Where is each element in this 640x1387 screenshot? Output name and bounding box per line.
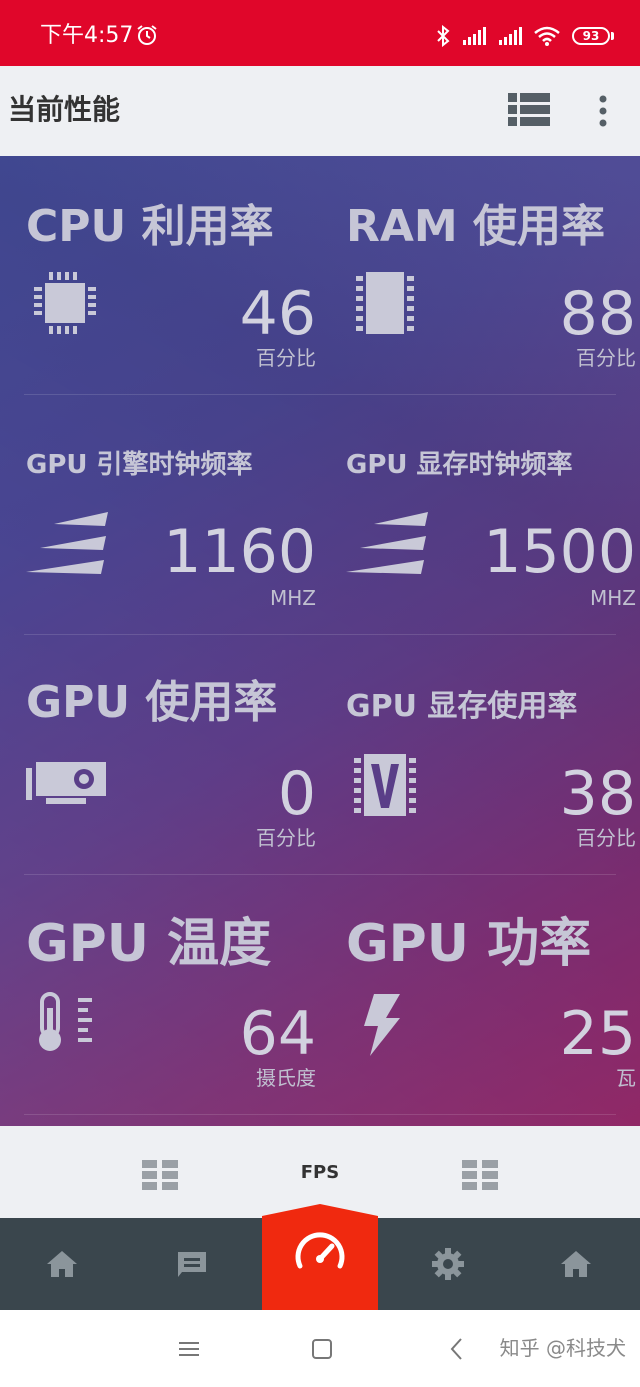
speed-stripes-icon xyxy=(26,512,108,574)
metric-gpu-memory-clock: GPU 显存时钟频率 1500 MHZ xyxy=(346,396,636,636)
metric-gpu-memory-usage: GPU 显存使用率 38 百分比 xyxy=(346,636,636,876)
battery-level: 93 xyxy=(572,27,610,45)
metric-title: GPU 温度 xyxy=(26,914,272,974)
bluetooth-icon xyxy=(437,25,450,47)
nav-performance-active[interactable] xyxy=(262,1204,378,1310)
grid-layout-icon[interactable] xyxy=(142,1160,178,1190)
performance-panel: CPU 利用率 46 百分比 RAM 使用率 88 百分比 GPU 引擎时钟频率… xyxy=(0,156,640,1126)
metric-unit: MHZ xyxy=(590,586,636,610)
nav-settings[interactable] xyxy=(390,1218,506,1310)
message-icon xyxy=(178,1252,206,1277)
alarm-icon xyxy=(137,25,157,45)
signal-icon xyxy=(463,27,486,45)
metric-value: 1500 xyxy=(483,517,636,587)
metric-gpu-power: GPU 功率 25 瓦 xyxy=(346,876,636,1116)
tab-fps[interactable]: FPS xyxy=(290,1162,350,1184)
metric-unit: 百分比 xyxy=(576,826,636,850)
more-vert-icon[interactable] xyxy=(596,95,610,127)
metric-title: GPU 功率 xyxy=(346,914,592,974)
home-square-icon[interactable] xyxy=(311,1338,333,1360)
metric-gpu-temperature: GPU 温度 64 摄氏度 xyxy=(26,876,316,1116)
metric-unit: 摄氏度 xyxy=(256,1066,316,1090)
signal-icon xyxy=(499,27,522,45)
metric-unit: MHZ xyxy=(270,586,316,610)
metric-title: RAM 使用率 xyxy=(346,201,606,252)
list-view-icon[interactable] xyxy=(508,93,550,127)
metric-unit: 瓦 xyxy=(616,1066,636,1090)
metric-title: GPU 引擎时钟频率 xyxy=(26,450,253,480)
status-time: 下午4:57 xyxy=(40,23,134,48)
status-bar: 下午4:57 93 xyxy=(0,0,640,66)
metric-value: 88 xyxy=(559,279,636,349)
nav-home[interactable] xyxy=(4,1218,120,1310)
graphics-card-icon xyxy=(26,762,106,804)
status-icons: 93 xyxy=(436,22,614,50)
metric-cpu-usage: CPU 利用率 46 百分比 xyxy=(26,156,316,396)
battery-icon: 93 xyxy=(572,27,614,45)
metric-unit: 百分比 xyxy=(256,826,316,850)
wifi-icon xyxy=(534,26,560,46)
cpu-chip-icon xyxy=(34,272,96,334)
metric-title: GPU 使用率 xyxy=(26,677,278,728)
back-icon[interactable] xyxy=(446,1338,468,1360)
app-screen: 下午4:57 93 当前性能 CPU 利用率 46 百分比 RAM 使用率 88… xyxy=(0,0,640,1387)
speed-stripes-icon xyxy=(346,512,428,574)
menu-icon[interactable] xyxy=(178,1338,200,1360)
metric-ram-usage: RAM 使用率 88 百分比 xyxy=(346,156,636,396)
metric-title: GPU 显存使用率 xyxy=(346,689,578,724)
ram-module-icon xyxy=(356,272,414,334)
metric-unit: 百分比 xyxy=(256,346,316,370)
nav-home-2[interactable] xyxy=(518,1218,634,1310)
nav-messages[interactable] xyxy=(134,1218,250,1310)
metric-value: 0 xyxy=(277,759,316,829)
metric-unit: 百分比 xyxy=(576,346,636,370)
settings-gear-icon xyxy=(432,1248,464,1280)
watermark: 知乎 @科技犬 xyxy=(499,1336,626,1360)
home-icon xyxy=(561,1251,591,1277)
metric-title: CPU 利用率 xyxy=(26,201,274,252)
metric-gpu-usage: GPU 使用率 0 百分比 xyxy=(26,636,316,876)
metric-value: 38 xyxy=(559,759,636,829)
bottom-nav xyxy=(0,1204,640,1310)
metric-value: 64 xyxy=(239,999,316,1069)
video-memory-icon xyxy=(354,754,416,816)
metric-value: 1160 xyxy=(163,517,316,587)
home-icon xyxy=(47,1251,77,1277)
system-nav-bar: 知乎 @科技犬 xyxy=(0,1310,640,1387)
lightning-bolt-icon xyxy=(364,994,400,1056)
grid-layout-icon[interactable] xyxy=(462,1160,498,1190)
metric-title: GPU 显存时钟频率 xyxy=(346,450,573,480)
page-title: 当前性能 xyxy=(8,93,121,126)
thermometer-icon xyxy=(39,992,92,1051)
metric-gpu-engine-clock: GPU 引擎时钟频率 1160 MHZ xyxy=(26,396,316,636)
metric-value: 25 xyxy=(559,999,636,1069)
metric-value: 46 xyxy=(239,279,316,349)
